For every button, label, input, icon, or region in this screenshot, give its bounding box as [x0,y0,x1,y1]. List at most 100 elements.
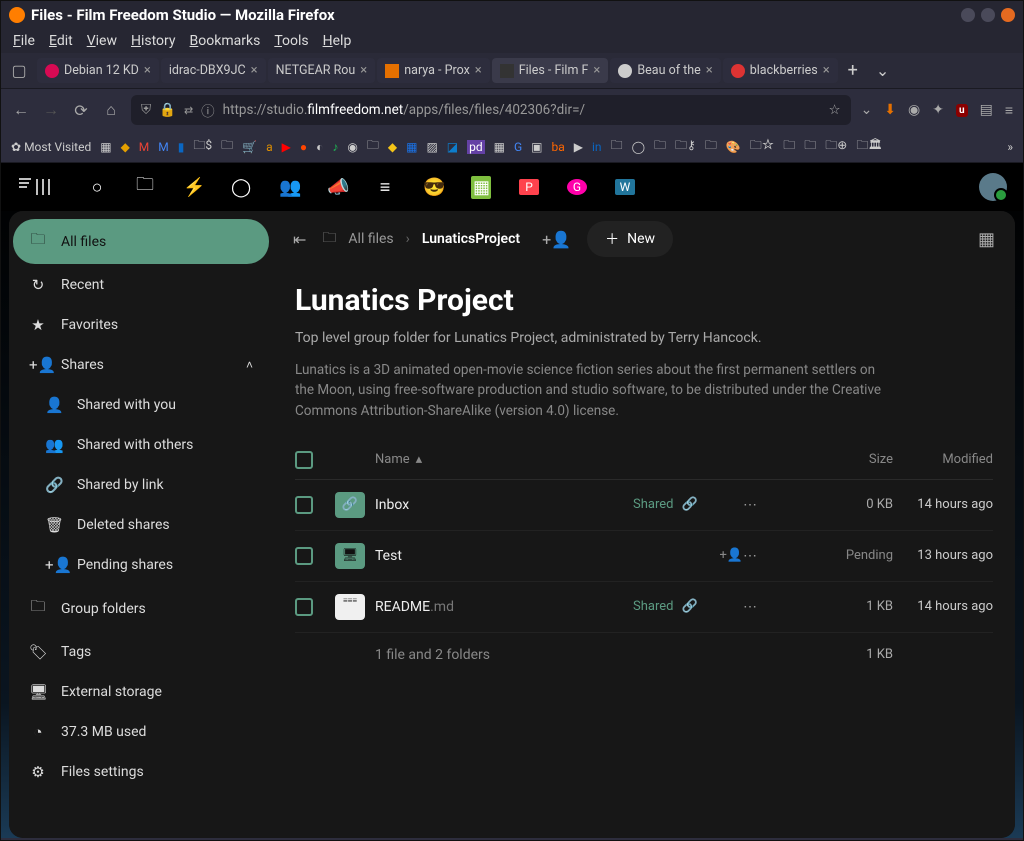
breadcrumb-all-files[interactable]: All files [348,231,393,247]
tab-idrac[interactable]: idrac-DBX9JC × [161,58,266,83]
bookmark-most-visited[interactable]: ✿ Most Visited [11,140,91,154]
bookmark-folder-icon[interactable]: 🗀⚷ [675,136,696,157]
sidebar-favorites[interactable]: ★ Favorites [13,306,269,344]
url-bar[interactable]: ⛨ 🔒 ⇄ ⓘ https://studio.filmfreedom.net/a… [131,95,851,125]
pocket-icon[interactable]: ⌄ [861,102,873,118]
bookmark-icon[interactable]: ◉ [347,140,357,154]
tab-close-icon[interactable]: × [706,63,713,78]
bookmark-star-icon[interactable]: ☆ [828,102,840,118]
bookmark-icon[interactable]: ▣ [531,140,542,154]
app-icon[interactable]: G [567,179,587,195]
file-name[interactable]: Test [375,548,633,564]
row-checkbox[interactable] [295,496,313,514]
bookmark-icon[interactable]: ◯ [632,140,645,154]
library-icon[interactable]: ▤ [980,102,993,118]
menu-bookmarks[interactable]: Bookmarks [190,33,261,49]
bookmark-icon[interactable]: ▶ [574,140,583,154]
breadcrumb-home-icon[interactable]: 🗀 [322,227,336,251]
bookmark-icon[interactable]: ◆ [388,140,397,154]
bookmark-icon[interactable]: ◐ [316,140,323,154]
share-status[interactable]: +👤 [633,548,743,563]
sidebar-files-settings[interactable]: ⚙ Files settings [13,753,269,791]
grid-view-icon[interactable]: ▦ [978,229,995,250]
tab-close-icon[interactable]: × [360,63,367,78]
bookmark-icon[interactable]: ▦ [100,140,111,154]
bookmark-icon[interactable]: ▮ [178,140,185,154]
bookmark-icon[interactable]: a [266,140,273,154]
column-name[interactable]: Name ▴ [375,452,633,467]
menu-file[interactable]: File [13,33,35,49]
bookmark-overflow-icon[interactable]: » [1007,140,1013,154]
sidebar-shared-with-others[interactable]: 👥 Shared with others [13,426,269,464]
tab-close-icon[interactable]: × [475,63,482,78]
app-logo[interactable] [17,175,57,199]
sidebar-shared-with-you[interactable]: 👤 Shared with you [13,386,269,424]
bookmark-icon[interactable]: G [514,140,522,154]
sidebar-shares[interactable]: +👤 Shares ˄ [13,346,269,384]
menu-edit[interactable]: Edit [49,33,73,49]
bookmark-icon[interactable]: pd [467,140,485,154]
sidebar-external-storage[interactable]: 🖥 External storage [13,673,269,711]
file-name[interactable]: README.md [375,599,633,615]
collapse-sidebar-icon[interactable]: ⇤ [293,230,306,249]
select-all-checkbox[interactable] [295,451,313,469]
account-icon[interactable]: ◉ [908,102,920,118]
tab-files[interactable]: Files - Film F × [492,58,609,83]
minimize-button[interactable] [961,8,975,22]
row-actions-icon[interactable]: ⋯ [743,599,833,615]
add-user-icon[interactable]: +👤 [542,230,571,249]
tab-close-icon[interactable]: × [144,63,151,78]
tab-netgear[interactable]: NETGEAR Rou × [268,58,376,83]
bookmark-folder-icon[interactable]: 🗀🏛 [856,136,882,157]
column-size[interactable]: Size [833,452,893,467]
new-button[interactable]: ＋ New [587,221,673,257]
menu-tools[interactable]: Tools [274,33,308,49]
menu-view[interactable]: View [87,33,117,49]
shield-icon[interactable]: ⛨ [141,102,151,118]
permissions-icon[interactable]: ⇄ [184,104,193,117]
bookmark-icon[interactable]: M [139,140,149,154]
bookmark-folder-icon[interactable]: 🗀 [783,136,795,157]
row-checkbox[interactable] [295,598,313,616]
tab-close-icon[interactable]: × [251,63,258,78]
menu-history[interactable]: History [131,33,176,49]
talk-icon[interactable]: ◯ [231,177,251,198]
bookmark-folder-icon[interactable]: 🗀 [367,136,379,157]
ublock-icon[interactable]: u [956,104,968,117]
table-row[interactable]: ≡≡≡ README.md Shared 🔗 ⋯ 1 KB 14 hours a… [295,582,993,633]
tab-blackberries[interactable]: blackberries × [723,58,838,83]
bookmark-icon[interactable]: ▶ [282,140,291,154]
bookmark-icon[interactable]: ba [552,140,565,154]
list-icon[interactable]: ≡ [375,177,395,198]
row-actions-icon[interactable]: ⋯ [743,548,833,564]
column-modified[interactable]: Modified [893,452,993,467]
app-icon[interactable]: W [615,179,635,195]
share-status[interactable]: Shared 🔗 [633,497,743,512]
tab-narya[interactable]: narya - Prox × [377,58,489,83]
download-icon[interactable]: ⬇ [884,102,896,118]
sidebar-shared-by-link[interactable]: 🔗 Shared by link [13,466,269,504]
sidebar-pending-shares[interactable]: +👤 Pending shares [13,546,269,584]
site-info-icon[interactable]: ⓘ [201,100,215,120]
bookmark-icon[interactable]: 🛒 [242,140,257,154]
sidebar-deleted-shares[interactable]: 🗑 Deleted shares [13,506,269,544]
container-shield-icon[interactable]: ▢ [7,59,31,83]
user-avatar[interactable] [979,173,1007,201]
dashboard-icon[interactable]: ○ [87,177,107,198]
bookmark-folder-icon[interactable]: 🗀 [611,136,623,157]
bookmark-icon[interactable]: ◪ [447,140,458,154]
row-actions-icon[interactable]: ⋯ [743,497,833,513]
bookmark-icon[interactable]: in [592,140,602,154]
hamburger-menu-icon[interactable]: ≡ [1005,102,1013,119]
close-button[interactable] [1001,8,1015,22]
sidebar-storage-used[interactable]: ◔ 37.3 MB used [13,713,269,751]
back-button[interactable]: ← [11,100,31,120]
app-icon[interactable]: 😎 [423,177,443,198]
table-row[interactable]: 🔗 Inbox Shared 🔗 ⋯ 0 KB 14 hours ago [295,480,993,531]
new-tab-button[interactable]: + [840,56,866,85]
bookmark-icon[interactable]: ◆ [121,140,130,154]
bookmark-icon[interactable]: ▦ [494,140,505,154]
row-checkbox[interactable] [295,547,313,565]
forward-button[interactable]: → [41,100,61,120]
files-icon[interactable]: 🗀 [135,172,155,202]
